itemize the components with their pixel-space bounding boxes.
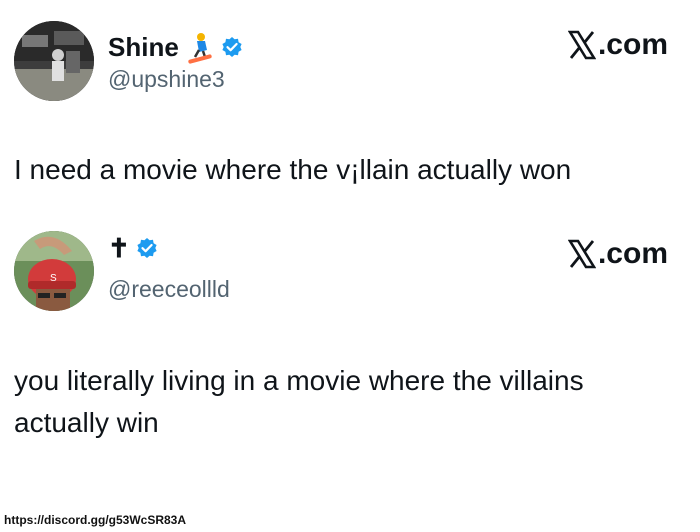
svg-text:S: S (50, 273, 57, 284)
display-name-row: Shine (108, 30, 243, 64)
tweet-card-1: Shine @upshine3 .com I need a movie wher… (0, 0, 700, 200)
display-name-row: ✝ (108, 233, 158, 263)
avatar-photo-icon: S (14, 231, 94, 311)
source-text: .com (597, 237, 668, 270)
user-handle[interactable]: @reeceollld (108, 275, 230, 303)
source-text: .com (597, 28, 668, 61)
tweet-card-2: S ✝ @reeceollld .com you literally livin… (0, 210, 700, 450)
avatar-photo-icon (14, 21, 94, 101)
watermark-link[interactable]: https://discord.gg/g53WcSR83A (4, 512, 186, 528)
avatar[interactable]: S (14, 231, 94, 311)
x-logo-icon (567, 239, 596, 269)
user-handle[interactable]: @upshine3 (108, 65, 225, 93)
source-label: .com (567, 237, 668, 271)
display-name[interactable]: Shine (108, 32, 179, 62)
avatar[interactable] (14, 21, 94, 101)
verified-badge-icon (222, 37, 242, 57)
display-name[interactable]: ✝ (108, 233, 130, 263)
verified-badge-icon (137, 238, 157, 258)
x-logo-icon (567, 30, 596, 60)
snowboarder-icon (188, 33, 212, 64)
source-label: .com (567, 28, 668, 62)
tweet-text: you literally living in a movie where th… (14, 365, 584, 438)
tweet-text: I need a movie where the v¡llain actuall… (14, 154, 572, 185)
